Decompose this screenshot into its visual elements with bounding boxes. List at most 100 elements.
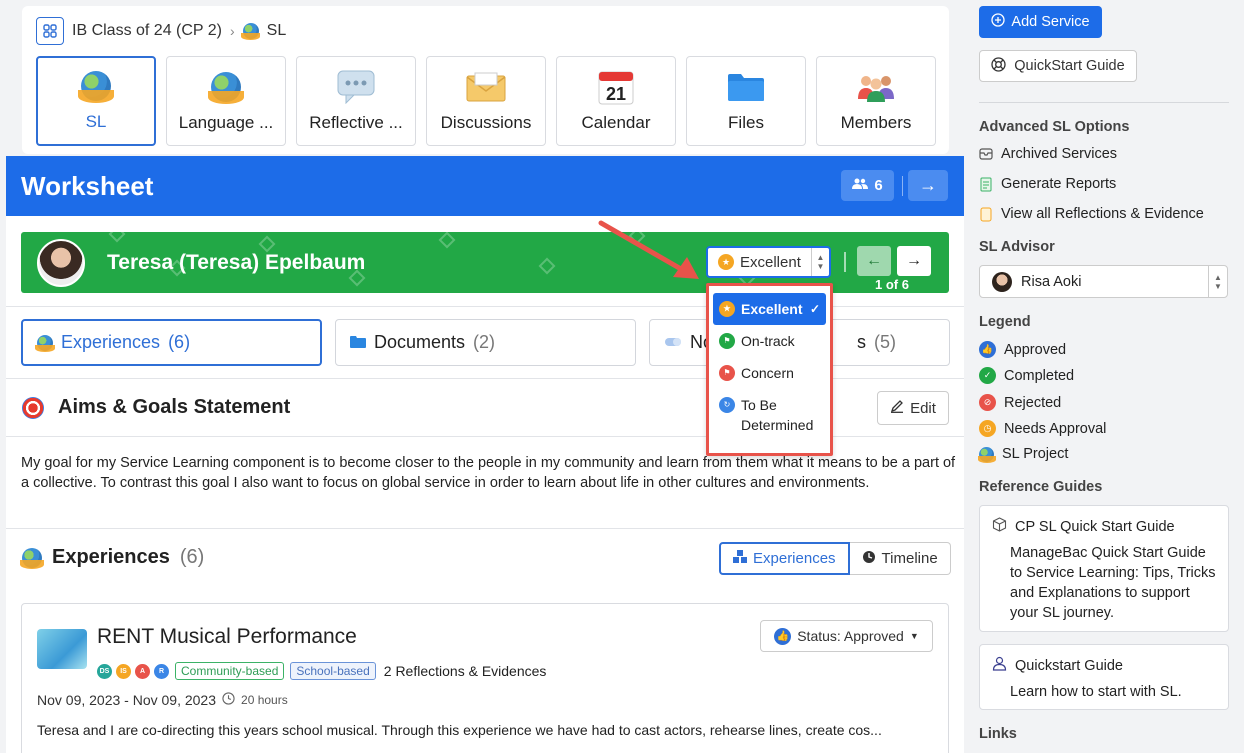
aims-text: My goal for my Service Learning componen…: [21, 455, 956, 491]
member-initials: IS: [116, 663, 131, 679]
ref-card-body: ManageBac Quick Start Guide to Service L…: [1010, 545, 1216, 621]
pattern-diamond: [538, 257, 556, 275]
advisor-name: Risa Aoki: [1021, 273, 1082, 290]
thumbs-up-icon: 👍: [774, 627, 792, 645]
student-count: 6: [874, 177, 883, 194]
tab-files[interactable]: Files: [686, 56, 806, 146]
folder-icon: [350, 332, 366, 353]
grid-icon[interactable]: [36, 17, 64, 45]
generate-reports-link[interactable]: Generate Reports: [979, 176, 1116, 192]
aims-heading: Aims & Goals Statement: [22, 396, 290, 419]
tab-sl[interactable]: SL: [36, 56, 156, 146]
subtab-label: Experiences: [61, 332, 161, 352]
ref-card-quickstart[interactable]: Quickstart Guide Learn how to start with…: [979, 644, 1229, 710]
tab-discussions[interactable]: Discussions: [426, 56, 546, 146]
chevron-updown-icon: ▲ ▼: [811, 248, 829, 276]
divider: [979, 102, 1229, 103]
member-initials: DS: [97, 663, 112, 679]
legend-rejected: ⊘ Rejected: [979, 394, 1061, 411]
grade-select[interactable]: ★ Excellent ▲ ▼: [706, 246, 831, 278]
ref-card-cp-sl[interactable]: CP SL Quick Start Guide ManageBac Quick …: [979, 505, 1229, 632]
grade-option-tbd[interactable]: ↻ To Be Determined: [713, 389, 826, 441]
tab-reflective[interactable]: Reflective ...: [296, 56, 416, 146]
tag-school: School-based: [290, 662, 376, 680]
student-avatar: [37, 239, 85, 287]
edit-label: Edit: [910, 399, 936, 417]
pill-icon: [664, 332, 682, 353]
globe-hands-icon: [241, 23, 261, 41]
members-icon: [856, 67, 896, 107]
tab-calendar[interactable]: 21 Calendar: [556, 56, 676, 146]
experience-dates: Nov 09, 2023 - Nov 09, 2023 20 hours: [37, 692, 288, 708]
globe-hands-icon: [20, 547, 44, 570]
experiences-title: Experiences: [52, 546, 170, 568]
view-timeline-button[interactable]: Timeline: [849, 542, 951, 575]
report-icon: [979, 177, 993, 191]
plus-circle-icon: [991, 13, 1006, 31]
thumbs-up-icon: 👍: [979, 341, 996, 358]
caret-down-icon: ▼: [909, 631, 919, 641]
subtab-count: (6): [168, 332, 191, 352]
legend-label: Completed: [1004, 367, 1075, 384]
tab-label: Calendar: [581, 113, 651, 132]
experience-meta: DS IS A R Community-based School-based 2…: [97, 662, 546, 680]
legend-needs-approval: ◷ Needs Approval: [979, 420, 1106, 437]
user-icon: [992, 656, 1007, 675]
flag-icon: ⚑: [719, 365, 735, 381]
target-icon: [22, 396, 44, 419]
view-reflections-link[interactable]: View all Reflections & Evidence: [979, 206, 1204, 222]
legend-label: Approved: [1004, 341, 1067, 358]
grade-value: Excellent: [740, 253, 801, 271]
grade-option-concern[interactable]: ⚑ Concern: [713, 357, 826, 389]
pattern-diamond: [108, 232, 126, 243]
view-experiences-button[interactable]: Experiences: [719, 542, 850, 575]
trophy-icon: ★: [719, 301, 735, 317]
previous-student-button[interactable]: ←: [857, 246, 891, 276]
arrow-right-icon[interactable]: →: [908, 170, 948, 201]
grade-option-excellent[interactable]: ★ Excellent ✓: [713, 293, 826, 325]
view-label: Timeline: [881, 550, 938, 567]
subtab-experiences[interactable]: Experiences (6): [21, 319, 322, 366]
tab-label: Members: [840, 113, 912, 132]
legend-approved: 👍 Approved: [979, 341, 1066, 358]
legend-label: Needs Approval: [1004, 420, 1107, 437]
envelope-icon: [466, 67, 506, 107]
student-name: Teresa (Teresa) Epelbaum: [107, 251, 366, 274]
divider: [902, 176, 903, 196]
add-service-button[interactable]: Add Service: [979, 6, 1102, 38]
legend-label: Rejected: [1004, 394, 1062, 411]
clock-icon: [862, 550, 876, 568]
edit-aims-button[interactable]: Edit: [877, 391, 949, 425]
date-range: Nov 09, 2023 - Nov 09, 2023: [37, 692, 217, 708]
grade-option-on-track[interactable]: ⚑ On-track: [713, 325, 826, 357]
chevron-right-icon: ›: [229, 23, 235, 39]
breadcrumb-current: SL: [266, 22, 287, 39]
status-dropdown[interactable]: 👍 Status: Approved ▼: [760, 620, 933, 652]
next-student-button[interactable]: →: [897, 246, 931, 276]
option-label: Excellent: [741, 301, 803, 317]
member-initials: R: [154, 663, 169, 679]
tag-community: Community-based: [175, 662, 285, 680]
link-label: View all Reflections & Evidence: [1001, 206, 1204, 222]
archived-services-link[interactable]: Archived Services: [979, 146, 1117, 162]
pattern-diamond: [628, 232, 646, 245]
ref-card-body: Learn how to start with SL.: [1010, 684, 1182, 700]
option-label: On-track: [741, 333, 795, 349]
quickstart-button[interactable]: QuickStart Guide: [979, 50, 1137, 82]
hours: 20 hours: [241, 693, 288, 707]
breadcrumb-class[interactable]: IB Class of 24 (CP 2): [72, 22, 222, 40]
check-icon: ✓: [979, 367, 996, 384]
ref-card-title: CP SL Quick Start Guide: [1015, 518, 1175, 535]
option-label: Concern: [741, 365, 794, 381]
student-count-button[interactable]: 6: [841, 170, 894, 201]
notebook-icon: [979, 207, 993, 221]
globe-hands-icon: [35, 334, 55, 352]
ref-card-title: Quickstart Guide: [1015, 657, 1123, 674]
tab-members[interactable]: Members: [816, 56, 936, 146]
experience-name[interactable]: RENT Musical Performance: [97, 625, 357, 649]
subtab-documents[interactable]: Documents (2): [335, 319, 636, 366]
experience-card[interactable]: RENT Musical Performance 👍 Status: Appro…: [21, 603, 949, 753]
advisor-select[interactable]: Risa Aoki ▲ ▼: [979, 265, 1228, 298]
reflections-count[interactable]: 2 Reflections & Evidences: [384, 663, 547, 679]
tab-language[interactable]: Language ...: [166, 56, 286, 146]
